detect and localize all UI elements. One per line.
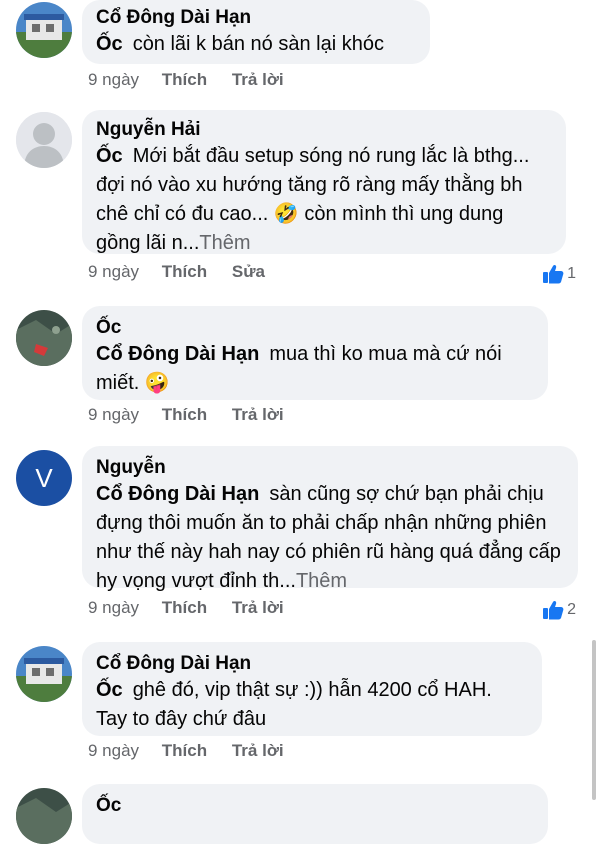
comment-bubble: Nguyễn Hải Ốc Mới bắt đầu setup sóng nó r… [82, 110, 566, 254]
comment-bubble: Ốc [82, 784, 548, 844]
comment-actions: 9 ngày Thích Trả lời [88, 68, 304, 92]
reaction-count[interactable]: 1 [542, 262, 576, 286]
comment-body: Mới bắt đầu setup sóng nó rung lắc là bt… [96, 145, 530, 254]
like-button[interactable]: Thích [162, 598, 207, 617]
reply-button[interactable]: Trả lời [232, 741, 284, 760]
mention-tag[interactable]: Cổ Đông Dài Hạn [96, 343, 259, 365]
comment-bubble: Cổ Đông Dài Hạn Ốc ghê đó, vip thật sự :)… [82, 642, 542, 736]
comment-body: ghê đó, vip thật sự :)) hẫn 4200 cổ HAH.… [96, 679, 492, 730]
like-button[interactable]: Thích [162, 262, 207, 281]
avatar-letter: V [35, 462, 53, 493]
avatar[interactable]: V [16, 450, 72, 506]
comment-actions: 9 ngày Thích Trả lời [88, 403, 304, 427]
timestamp[interactable]: 9 ngày [88, 70, 139, 89]
comment-author[interactable]: Nguyễn Hải [96, 118, 552, 142]
timestamp[interactable]: 9 ngày [88, 262, 139, 281]
comment-author[interactable]: Nguyễn [96, 456, 564, 480]
see-more-link[interactable]: Thêm [199, 232, 250, 254]
reaction-number: 2 [567, 601, 576, 618]
comment-text: Cổ Đông Dài Hạn sàn cũng sợ chứ bạn phải … [96, 480, 564, 596]
see-more-link[interactable]: Thêm [296, 570, 347, 592]
comment-text: Ốc ghê đó, vip thật sự :)) hẫn 4200 cổ HA… [96, 676, 528, 734]
comment-text: Ốc Mới bắt đầu setup sóng nó rung lắc là … [96, 142, 552, 258]
reply-button[interactable]: Trả lời [232, 405, 284, 424]
reaction-number: 1 [567, 265, 576, 282]
avatar[interactable] [16, 2, 72, 58]
timestamp[interactable]: 9 ngày [88, 405, 139, 424]
comment-actions: 9 ngày Thích Sửa [88, 260, 285, 284]
avatar[interactable] [16, 310, 72, 366]
comment-author[interactable]: Ốc [96, 316, 534, 340]
timestamp[interactable]: 9 ngày [88, 741, 139, 760]
comment-text: Cổ Đông Dài Hạn mua thì ko mua mà cứ nói … [96, 340, 534, 398]
mention-tag[interactable]: Ốc [96, 33, 123, 55]
edit-button[interactable]: Sửa [232, 262, 265, 281]
mention-tag[interactable]: Cổ Đông Dài Hạn [96, 483, 259, 505]
like-button[interactable]: Thích [162, 741, 207, 760]
avatar[interactable] [16, 646, 72, 702]
thumbs-up-icon [543, 264, 564, 284]
avatar[interactable] [16, 112, 72, 168]
reply-button[interactable]: Trả lời [232, 70, 284, 89]
comment-bubble: Ốc Cổ Đông Dài Hạn mua thì ko mua mà cứ n… [82, 306, 548, 400]
mention-tag[interactable]: Ốc [96, 679, 123, 701]
like-button[interactable]: Thích [162, 405, 207, 424]
timestamp[interactable]: 9 ngày [88, 598, 139, 617]
comment-actions: 9 ngày Thích Trả lời [88, 739, 304, 763]
comment-author[interactable]: Cổ Đông Dài Hạn [96, 6, 416, 30]
thumbs-up-icon [543, 600, 564, 620]
comment-author[interactable]: Ốc [96, 794, 534, 818]
scrollbar[interactable] [592, 640, 596, 800]
mention-tag[interactable]: Ốc [96, 145, 123, 167]
comment-body: còn lãi k bán nó sàn lại khóc [132, 33, 384, 55]
comment-author[interactable]: Cổ Đông Dài Hạn [96, 652, 528, 676]
comment-actions: 9 ngày Thích Trả lời [88, 596, 304, 620]
reply-button[interactable]: Trả lời [232, 598, 284, 617]
comment-bubble: Cổ Đông Dài Hạn Ốc còn lãi k bán nó sàn l… [82, 0, 430, 64]
reaction-count[interactable]: 2 [542, 598, 576, 622]
like-button[interactable]: Thích [162, 70, 207, 89]
avatar[interactable] [16, 788, 72, 844]
comment-bubble: Nguyễn Cổ Đông Dài Hạn sàn cũng sợ chứ bạ… [82, 446, 578, 592]
comment-text: Ốc còn lãi k bán nó sàn lại khóc [96, 30, 416, 59]
